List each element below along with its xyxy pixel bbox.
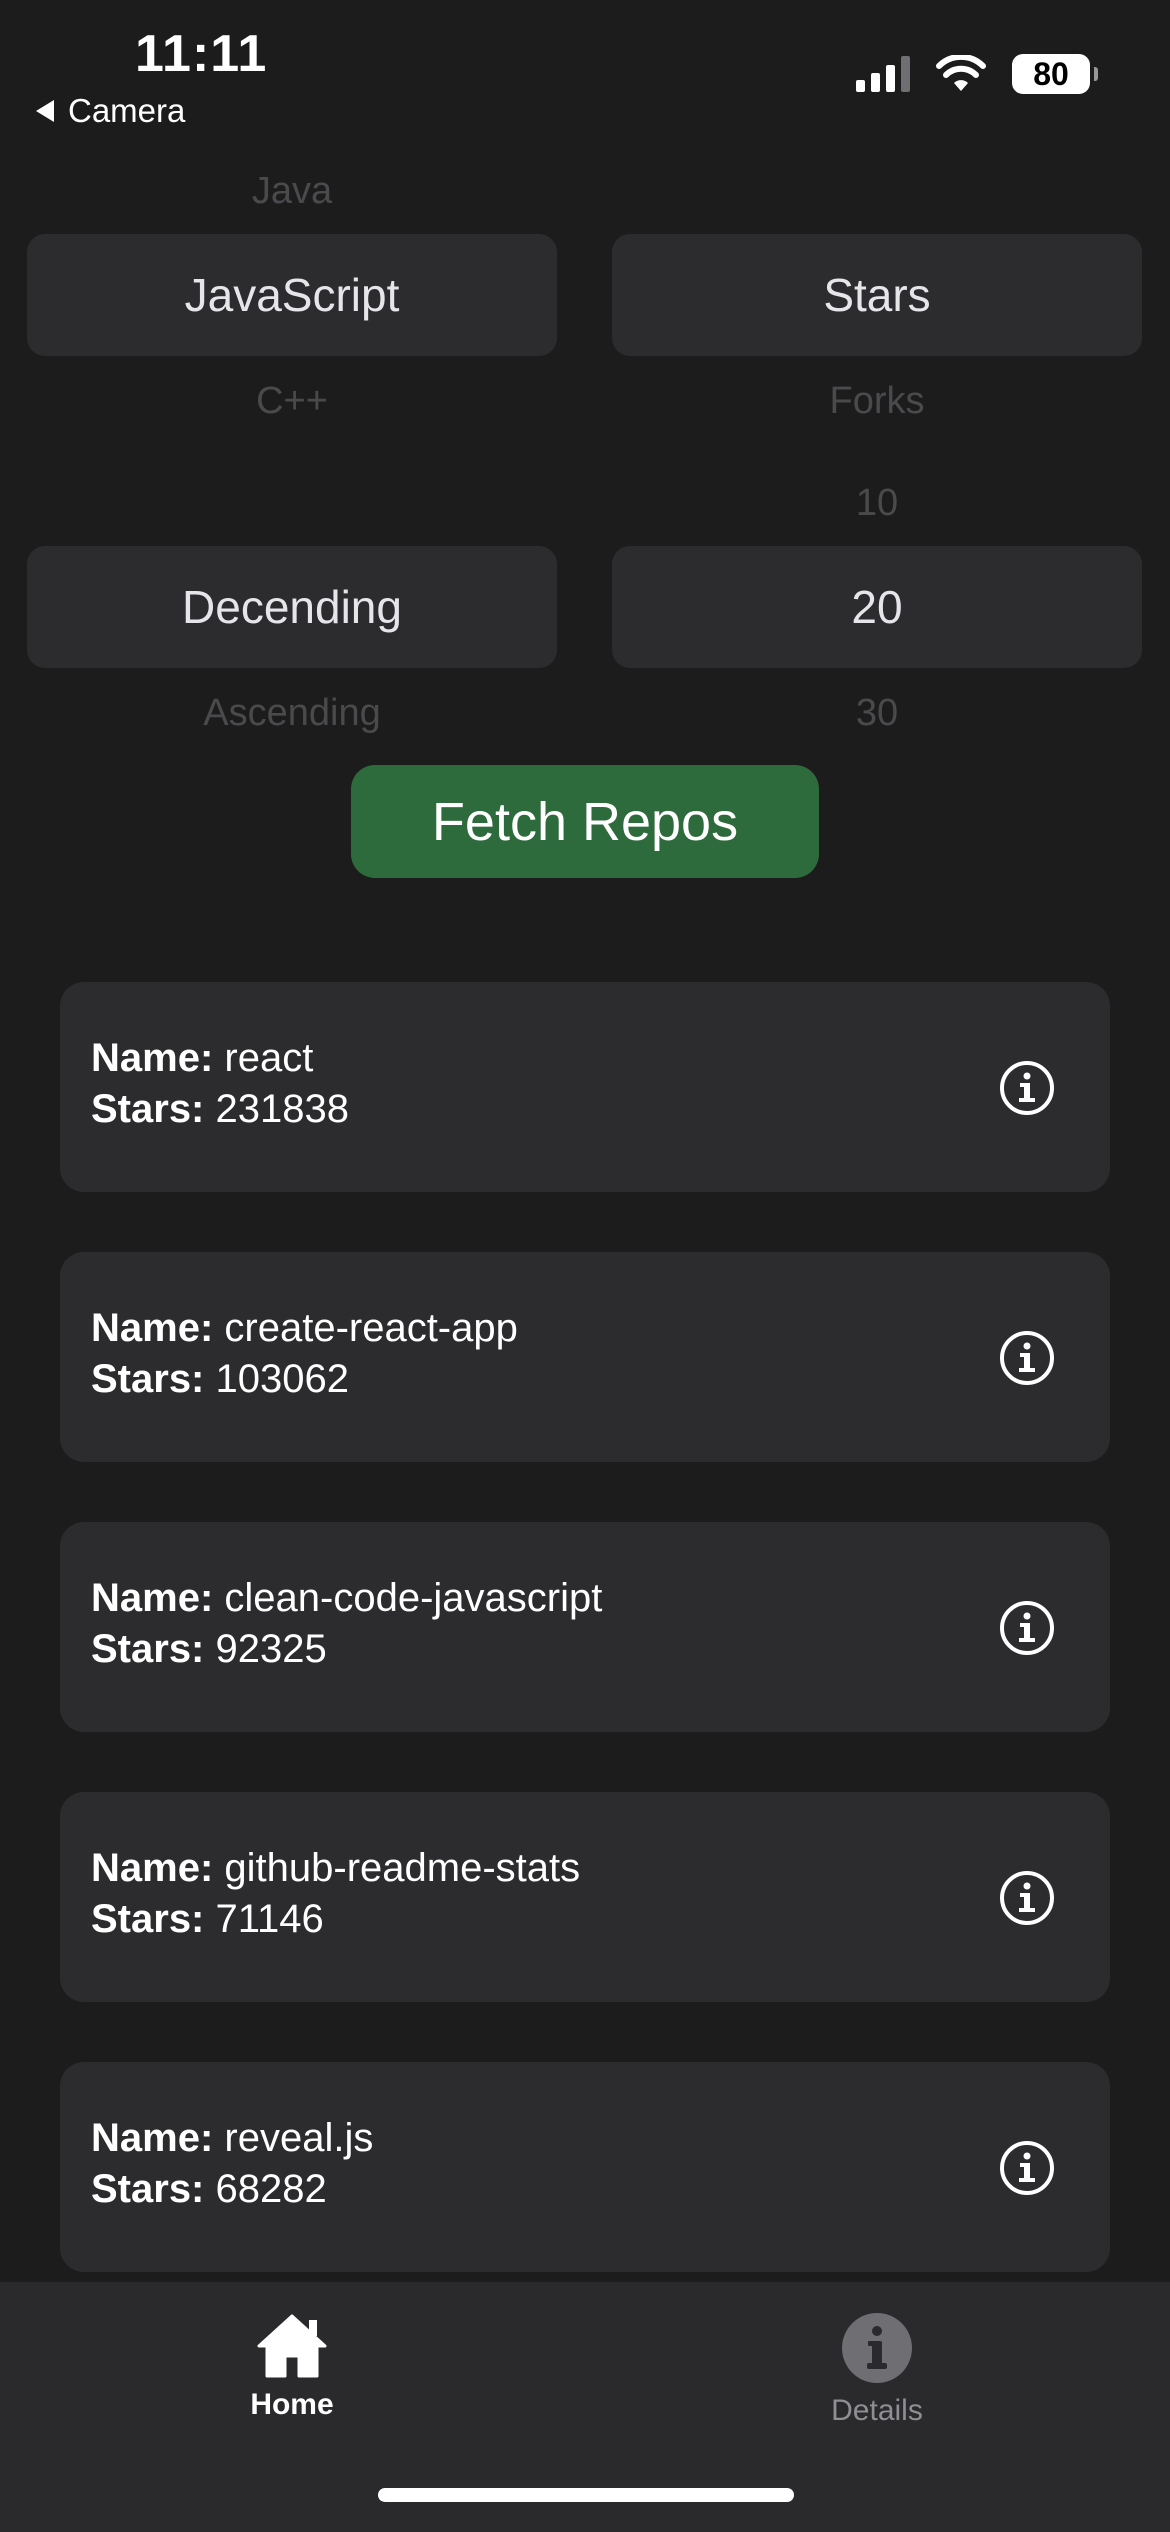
stars-label: Stars: (91, 1897, 205, 1941)
picker-option-above[interactable]: 10 (612, 482, 1142, 525)
repo-stars: 68282 (215, 2167, 327, 2211)
language-picker[interactable]: Java JavaScript C++ (27, 170, 557, 440)
tab-home[interactable]: Home (142, 2312, 442, 2422)
stars-label: Stars: (91, 2167, 205, 2211)
repo-stars-line: Stars: 92325 (91, 1627, 327, 1672)
picker-option-below[interactable]: C++ (27, 380, 557, 423)
picker-option-below[interactable]: Forks (612, 380, 1142, 423)
repo-list: Name: react Stars: 231838 Name: create-rea… (60, 982, 1110, 2332)
repo-card[interactable]: Name: react Stars: 231838 (60, 982, 1110, 1192)
repo-stars: 231838 (215, 1087, 349, 1131)
repo-stars-line: Stars: 71146 (91, 1897, 324, 1942)
back-to-camera-link[interactable]: Camera (36, 92, 185, 130)
home-indicator[interactable] (378, 2488, 794, 2502)
order-picker[interactable]: Decending Ascending (27, 482, 557, 752)
info-icon[interactable] (999, 1870, 1055, 1926)
repo-stars-line: Stars: 103062 (91, 1357, 349, 1402)
repo-name-line: Name: reveal.js (91, 2116, 373, 2161)
picker-selected-order[interactable]: Decending (27, 546, 557, 668)
name-label: Name: (91, 1576, 214, 1620)
wifi-icon (936, 55, 986, 91)
repo-stars: 71146 (215, 1897, 324, 1941)
sort-picker[interactable]: Stars Forks (612, 170, 1142, 440)
repo-name-line: Name: react (91, 1036, 313, 1081)
battery-icon: 80 (1012, 54, 1098, 94)
picker-selected-language[interactable]: JavaScript (27, 234, 557, 356)
repo-name: react (224, 1036, 314, 1080)
status-indicators: 80 (856, 54, 1098, 94)
picker-option-below[interactable]: 30 (612, 692, 1142, 735)
back-label: Camera (68, 92, 186, 129)
info-icon[interactable] (999, 1330, 1055, 1386)
repo-stars: 103062 (215, 1357, 349, 1401)
info-icon[interactable] (999, 2140, 1055, 2196)
name-label: Name: (91, 1306, 214, 1350)
picker-option-above[interactable]: Java (27, 170, 557, 213)
picker-option-below[interactable]: Ascending (27, 692, 557, 735)
tab-details-label: Details (831, 2394, 923, 2427)
repo-name-line: Name: create-react-app (91, 1306, 518, 1351)
info-icon[interactable] (999, 1600, 1055, 1656)
repo-name: clean-code-javascript (224, 1576, 603, 1620)
name-label: Name: (91, 2116, 214, 2160)
repo-name-line: Name: clean-code-javascript (91, 1576, 602, 1621)
cellular-signal-icon (856, 56, 910, 92)
info-circle-icon (842, 2313, 912, 2383)
status-time: 11:11 (135, 25, 268, 83)
home-icon (257, 2314, 327, 2378)
repo-name: create-react-app (224, 1306, 518, 1350)
name-label: Name: (91, 1846, 214, 1890)
count-picker[interactable]: 10 20 30 (612, 482, 1142, 752)
picker-selected-count[interactable]: 20 (612, 546, 1142, 668)
stars-label: Stars: (91, 1627, 205, 1671)
repo-stars-line: Stars: 68282 (91, 2167, 327, 2212)
repo-name: reveal.js (224, 2116, 374, 2160)
repo-card[interactable]: Name: github-readme-stats Stars: 71146 (60, 1792, 1110, 2002)
repo-stars: 92325 (215, 1627, 327, 1671)
tab-home-label: Home (250, 2388, 334, 2421)
repo-card[interactable]: Name: clean-code-javascript Stars: 92325 (60, 1522, 1110, 1732)
info-icon[interactable] (999, 1060, 1055, 1116)
stars-label: Stars: (91, 1357, 205, 1401)
repo-card[interactable]: Name: create-react-app Stars: 103062 (60, 1252, 1110, 1462)
repo-name: github-readme-stats (224, 1846, 581, 1890)
app-screen: 11:11 Camera 80 Java JavaScript C++ Star… (0, 0, 1170, 2532)
picker-selected-sort[interactable]: Stars (612, 234, 1142, 356)
tab-details[interactable]: Details (727, 2312, 1027, 2428)
stars-label: Stars: (91, 1087, 205, 1131)
repo-card[interactable]: Name: reveal.js Stars: 68282 (60, 2062, 1110, 2272)
repo-name-line: Name: github-readme-stats (91, 1846, 580, 1891)
fetch-repos-button[interactable]: Fetch Repos (351, 765, 819, 878)
back-arrow-icon (36, 100, 54, 122)
repo-stars-line: Stars: 231838 (91, 1087, 349, 1132)
name-label: Name: (91, 1036, 214, 1080)
